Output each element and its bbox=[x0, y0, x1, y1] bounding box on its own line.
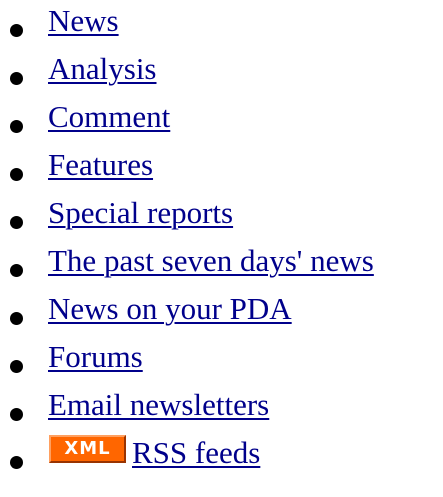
list-item-past-seven-days: The past seven days' news bbox=[0, 240, 443, 288]
list-item-analysis: Analysis bbox=[0, 48, 443, 96]
bullet-icon bbox=[10, 360, 23, 373]
navigation-list: News Analysis Comment Features Special r… bbox=[0, 0, 443, 480]
rss-feeds-link[interactable]: RSS feeds bbox=[132, 435, 260, 471]
list-item-email-newsletters: Email newsletters bbox=[0, 384, 443, 432]
forums-link[interactable]: Forums bbox=[48, 339, 143, 375]
past-seven-days-news-link[interactable]: The past seven days' news bbox=[48, 243, 374, 279]
bullet-icon bbox=[10, 120, 23, 133]
list-item-rss-feeds: XML RSS feeds bbox=[0, 432, 443, 480]
news-on-pda-link[interactable]: News on your PDA bbox=[48, 291, 292, 327]
analysis-link[interactable]: Analysis bbox=[48, 51, 157, 87]
bullet-icon bbox=[10, 216, 23, 229]
bullet-icon bbox=[10, 408, 23, 421]
list-item-comment: Comment bbox=[0, 96, 443, 144]
list-item-forums: Forums bbox=[0, 336, 443, 384]
bullet-icon bbox=[10, 456, 23, 469]
bullet-icon bbox=[10, 312, 23, 325]
bullet-icon bbox=[10, 264, 23, 277]
bullet-icon bbox=[10, 168, 23, 181]
features-link[interactable]: Features bbox=[48, 147, 153, 183]
list-item-pda: News on your PDA bbox=[0, 288, 443, 336]
news-link[interactable]: News bbox=[48, 3, 119, 39]
special-reports-link[interactable]: Special reports bbox=[48, 195, 233, 231]
comment-link[interactable]: Comment bbox=[48, 99, 170, 135]
list-item-features: Features bbox=[0, 144, 443, 192]
xml-badge-icon[interactable]: XML bbox=[49, 435, 126, 463]
bullet-icon bbox=[10, 24, 23, 37]
email-newsletters-link[interactable]: Email newsletters bbox=[48, 387, 269, 423]
bullet-icon bbox=[10, 72, 23, 85]
list-item-news: News bbox=[0, 0, 443, 48]
list-item-special-reports: Special reports bbox=[0, 192, 443, 240]
